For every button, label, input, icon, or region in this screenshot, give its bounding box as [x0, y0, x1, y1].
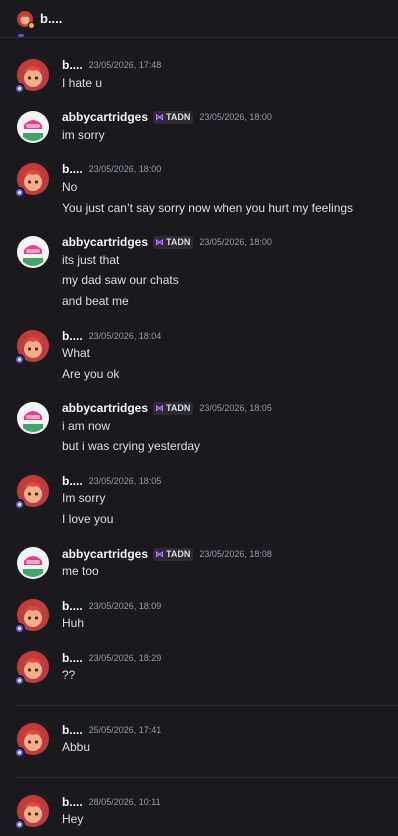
guild-tag[interactable]: ⋈ TADN: [153, 110, 194, 124]
message-text: Im sorry: [62, 491, 106, 505]
activity-badge-icon: [14, 747, 25, 758]
activity-badge-icon: [14, 354, 25, 365]
message-author[interactable]: b....: [62, 58, 83, 72]
bow-icon: ⋈: [155, 236, 165, 247]
activity-badge-icon: [14, 675, 25, 686]
date-divider: [17, 777, 398, 778]
redhead-girl-avatar-icon[interactable]: [14, 475, 49, 510]
message-timestamp: 23/05/2026, 18:09: [88, 601, 162, 611]
message-timestamp: 23/05/2026, 18:08: [199, 549, 272, 559]
message-text: ??: [62, 668, 76, 682]
activity-badge-icon: [14, 623, 25, 634]
message-timestamp: 23/05/2026, 18:00: [199, 237, 272, 247]
message-text: I hate u: [62, 76, 103, 90]
message-author[interactable]: abbycartridges: [62, 547, 148, 561]
guild-tag-label: TADN: [166, 403, 191, 413]
message-text: What: [62, 346, 91, 360]
guild-tag[interactable]: ⋈ TADN: [153, 401, 194, 415]
pink-hair-green-avatar-icon[interactable]: [17, 236, 49, 268]
redhead-girl-avatar-icon[interactable]: [14, 163, 49, 198]
activity-badge-icon: [14, 83, 25, 94]
pink-hair-green-avatar-icon[interactable]: [17, 111, 49, 143]
redhead-girl-avatar-icon[interactable]: [14, 723, 49, 758]
redhead-girl-avatar-icon[interactable]: [14, 599, 49, 634]
message-text: No: [62, 180, 78, 194]
message-timestamp: 23/05/2026, 18:04: [88, 331, 162, 341]
message-timestamp: 23/05/2026, 18:05: [88, 476, 162, 486]
redhead-girl-avatar-icon[interactable]: [14, 651, 49, 686]
activity-badge-icon: [14, 187, 25, 198]
message-timestamp: 23/05/2026, 18:05: [199, 403, 272, 413]
redhead-girl-avatar-icon[interactable]: [14, 59, 49, 94]
message-timestamp: 23/05/2026, 17:48: [88, 60, 162, 70]
message-author[interactable]: b....: [62, 723, 83, 737]
guild-tag[interactable]: ⋈ TADN: [153, 547, 194, 561]
message-text: me too: [62, 564, 99, 578]
redhead-girl-avatar-icon[interactable]: [14, 795, 49, 830]
message-text: its just that: [62, 253, 120, 267]
message-author[interactable]: b....: [62, 599, 83, 613]
redhead-girl-avatar-icon[interactable]: [14, 330, 49, 365]
redhead-girl-avatar-icon[interactable]: [17, 10, 35, 29]
bow-icon: ⋈: [155, 111, 165, 122]
message-timestamp: 23/05/2026, 18:29: [88, 653, 162, 663]
channel-header: b....: [0, 0, 398, 38]
activity-badge-icon: [14, 819, 25, 830]
message-text: and beat me: [62, 294, 129, 308]
message-author[interactable]: b....: [62, 162, 83, 176]
message-text: Hey: [62, 812, 84, 826]
guild-tag[interactable]: ⋈ TADN: [153, 235, 194, 249]
message-author[interactable]: abbycartridges: [62, 235, 148, 249]
bow-icon: ⋈: [155, 402, 165, 413]
message-timestamp: 23/05/2026, 18:00: [88, 164, 162, 174]
message-text: Abbu: [62, 740, 91, 754]
unread-marker: [18, 34, 24, 37]
message-timestamp: 28/05/2026, 10:11: [88, 797, 161, 807]
channel-title: b....: [40, 11, 63, 26]
message-author[interactable]: abbycartridges: [62, 401, 148, 415]
message-timestamp: 23/05/2026, 18:00: [199, 112, 272, 122]
pink-hair-green-avatar-icon[interactable]: [17, 547, 49, 579]
message-text: i am now: [62, 419, 111, 433]
message-author[interactable]: b....: [62, 329, 83, 343]
guild-tag-label: TADN: [166, 549, 191, 559]
message-text: but i was crying yesterday: [62, 439, 201, 453]
message-text: my dad saw our chats: [62, 273, 179, 287]
guild-tag-label: TADN: [166, 112, 191, 122]
message-author[interactable]: abbycartridges: [62, 110, 148, 124]
message-text: Are you ok: [62, 367, 120, 381]
message-author[interactable]: b....: [62, 795, 83, 809]
message-text: You just can’t say sorry now when you hu…: [62, 201, 354, 215]
message-text: I love you: [62, 512, 114, 526]
message-author[interactable]: b....: [62, 651, 83, 665]
message-timestamp: 25/05/2026, 17:41: [88, 725, 162, 735]
guild-tag-label: TADN: [166, 237, 191, 247]
activity-badge-icon: [14, 499, 25, 510]
message-author[interactable]: b....: [62, 474, 83, 488]
message-text: im sorry: [62, 128, 105, 142]
date-divider: [17, 705, 398, 706]
bow-icon: ⋈: [155, 548, 165, 559]
message-text: Huh: [62, 616, 85, 630]
pink-hair-green-avatar-icon[interactable]: [17, 402, 49, 434]
